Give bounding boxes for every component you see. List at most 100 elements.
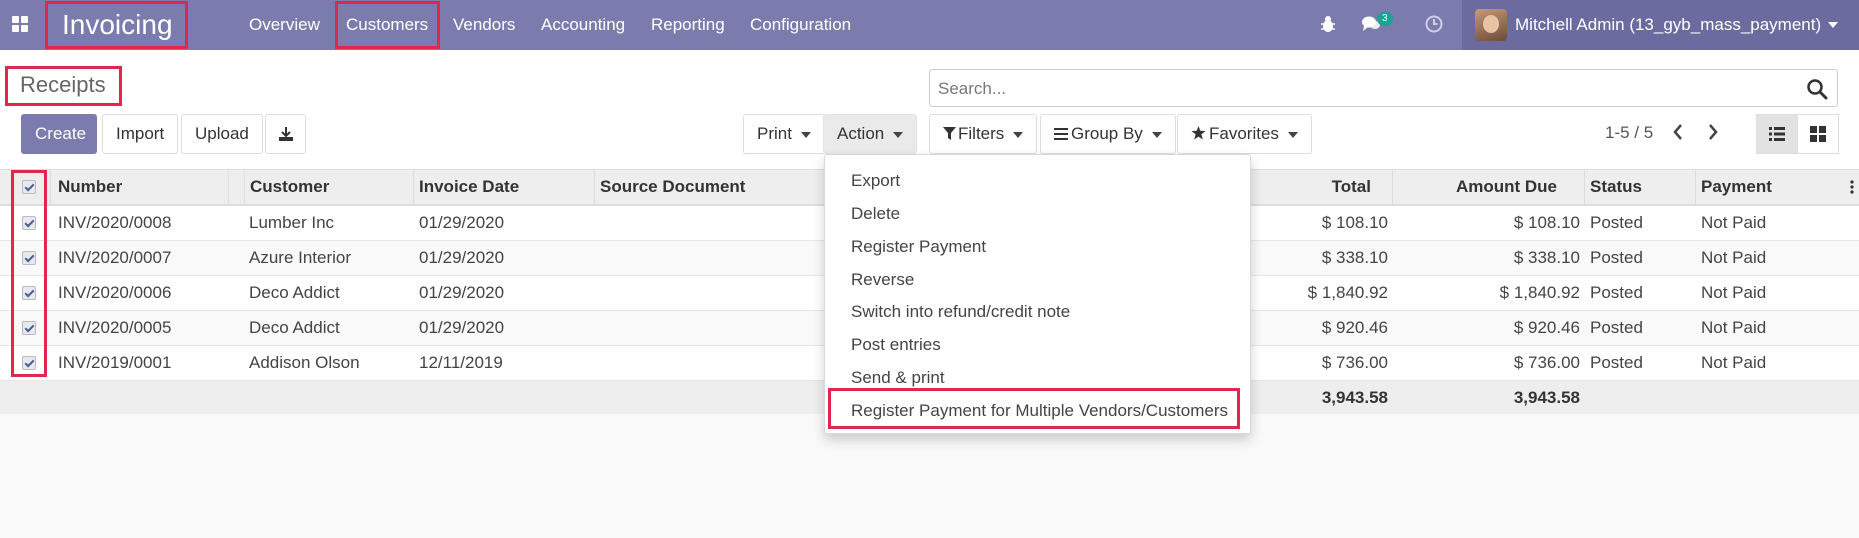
- column-separator: [413, 170, 414, 204]
- column-separator: [1695, 170, 1696, 204]
- star-icon: [1191, 126, 1206, 140]
- select-all-checkbox[interactable]: [22, 180, 36, 194]
- header-source-document[interactable]: Source Document: [600, 170, 745, 204]
- action-button[interactable]: Action: [823, 114, 918, 154]
- cell-date: 01/29/2020: [419, 318, 505, 337]
- footer-amount-due: 3,943.58: [1513, 388, 1580, 407]
- activity-clock-icon[interactable]: [1425, 15, 1443, 33]
- cell-payment: Not Paid: [1701, 283, 1767, 302]
- cell-status: Posted: [1590, 248, 1643, 267]
- header-customer[interactable]: Customer: [250, 170, 329, 204]
- cell-customer: Deco Addict: [249, 318, 340, 337]
- pager-previous-icon[interactable]: [1672, 124, 1684, 140]
- print-button[interactable]: Print: [743, 114, 825, 154]
- group-by-label: Group By: [1071, 124, 1143, 143]
- top-navbar: Invoicing Overview Customers Vendors Acc…: [0, 0, 1859, 50]
- header-amount-due[interactable]: Amount Due: [1400, 170, 1557, 204]
- row-checkbox[interactable]: [22, 251, 36, 265]
- cell-customer: Deco Addict: [249, 283, 340, 302]
- cell-customer: Addison Olson: [249, 353, 360, 372]
- filters-button[interactable]: Filters: [929, 114, 1038, 154]
- action-register-payment[interactable]: Register Payment: [851, 237, 986, 257]
- action-switch-refund[interactable]: Switch into refund/credit note: [851, 302, 1070, 322]
- menu-accounting[interactable]: Accounting: [541, 0, 625, 50]
- action-post-entries[interactable]: Post entries: [851, 335, 941, 355]
- header-status[interactable]: Status: [1590, 170, 1642, 204]
- cell-number: INV/2020/0008: [58, 213, 172, 232]
- cell-total: $ 1,840.92: [1307, 283, 1388, 302]
- cell-customer: Azure Interior: [249, 248, 352, 267]
- filters-label: Filters: [958, 124, 1005, 143]
- pager-next-icon[interactable]: [1707, 124, 1719, 140]
- page-title: Receipts: [20, 72, 106, 97]
- action-delete[interactable]: Delete: [851, 204, 900, 224]
- header-number[interactable]: Number: [58, 170, 122, 204]
- column-separator: [1584, 170, 1585, 204]
- search-icon[interactable]: [1806, 78, 1828, 100]
- print-label: Print: [757, 124, 792, 143]
- user-avatar[interactable]: [1475, 9, 1507, 41]
- print-caret-icon: [800, 131, 811, 138]
- column-separator: [50, 170, 51, 204]
- cell-amount-due: $ 108.10: [1513, 213, 1580, 232]
- cell-total: $ 920.46: [1321, 318, 1388, 337]
- action-reverse[interactable]: Reverse: [851, 270, 914, 290]
- group-by-button[interactable]: Group By: [1040, 114, 1176, 154]
- cell-status: Posted: [1590, 213, 1643, 232]
- cell-total: $ 338.10: [1321, 248, 1388, 267]
- list-view-button[interactable]: [1756, 114, 1798, 154]
- cell-status: Posted: [1590, 283, 1643, 302]
- cell-payment: Not Paid: [1701, 213, 1767, 232]
- cell-customer: Lumber Inc: [249, 213, 335, 232]
- action-dropdown-menu: Export Delete Register Payment Reverse S…: [824, 154, 1251, 434]
- menu-customers[interactable]: Customers: [346, 0, 428, 50]
- menu-configuration[interactable]: Configuration: [750, 0, 851, 50]
- cell-payment: Not Paid: [1701, 318, 1767, 337]
- list-view-icon: [1769, 127, 1785, 141]
- group-by-caret-icon: [1151, 131, 1162, 138]
- cell-number: INV/2020/0006: [58, 283, 172, 302]
- favorites-button[interactable]: Favorites: [1177, 114, 1312, 154]
- action-register-payment-multiple[interactable]: Register Payment for Multiple Vendors/Cu…: [851, 401, 1228, 421]
- apps-menu-icon[interactable]: [12, 16, 30, 34]
- upload-button[interactable]: Upload: [181, 114, 263, 154]
- bug-icon[interactable]: [1320, 15, 1336, 33]
- filter-icon: [943, 127, 956, 140]
- import-button[interactable]: Import: [102, 114, 179, 154]
- user-name[interactable]: Mitchell Admin (13_gyb_mass_payment): [1515, 0, 1821, 50]
- search-input[interactable]: [938, 79, 1798, 99]
- favorites-caret-icon: [1287, 131, 1298, 138]
- row-checkbox[interactable]: [22, 321, 36, 335]
- filters-caret-icon: [1013, 131, 1024, 138]
- favorites-label: Favorites: [1209, 124, 1279, 143]
- user-menu-caret-icon: [1828, 22, 1838, 28]
- create-button[interactable]: Create: [21, 114, 97, 154]
- menu-vendors[interactable]: Vendors: [453, 0, 515, 50]
- cell-amount-due: $ 920.46: [1513, 318, 1580, 337]
- cell-amount-due: $ 1,840.92: [1499, 283, 1580, 302]
- cell-total: $ 108.10: [1321, 213, 1388, 232]
- header-total[interactable]: Total: [1230, 170, 1371, 204]
- action-export[interactable]: Export: [851, 171, 900, 191]
- app-brand[interactable]: Invoicing: [46, 0, 189, 50]
- group-by-icon: [1054, 128, 1068, 140]
- menu-reporting[interactable]: Reporting: [651, 0, 725, 50]
- column-separator: [594, 170, 595, 204]
- kanban-view-button[interactable]: [1797, 114, 1839, 154]
- header-payment[interactable]: Payment: [1701, 170, 1772, 204]
- menu-overview[interactable]: Overview: [249, 0, 320, 50]
- download-icon: [279, 127, 293, 141]
- pager-value[interactable]: 1-5 / 5: [1605, 123, 1653, 143]
- cell-total: $ 736.00: [1321, 353, 1388, 372]
- action-send-print[interactable]: Send & print: [851, 368, 945, 388]
- download-button[interactable]: [265, 114, 306, 154]
- column-separator: [244, 170, 245, 204]
- row-checkbox[interactable]: [22, 356, 36, 370]
- cell-payment: Not Paid: [1701, 248, 1767, 267]
- optional-columns-icon[interactable]: [1850, 180, 1854, 194]
- search-box: [929, 69, 1838, 107]
- cell-amount-due: $ 736.00: [1513, 353, 1580, 372]
- row-checkbox[interactable]: [22, 216, 36, 230]
- row-checkbox[interactable]: [22, 286, 36, 300]
- header-invoice-date[interactable]: Invoice Date: [419, 170, 519, 204]
